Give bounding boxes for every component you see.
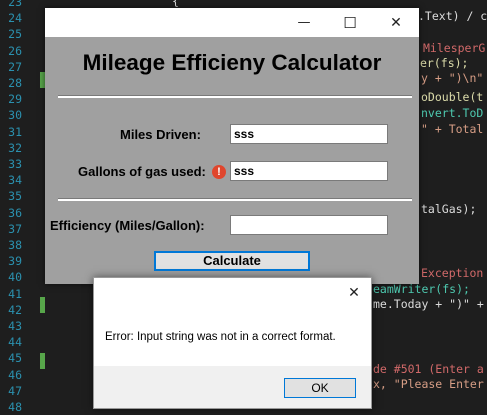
line-number: 44 (8, 335, 22, 350)
line-number: 37 (8, 221, 22, 236)
line-number: 46 (8, 367, 22, 382)
code-fragment: talGas); (421, 202, 477, 216)
ok-button[interactable]: OK (284, 378, 356, 398)
error-dialog: ✕ Error: Input string was not in a corre… (93, 277, 372, 409)
line-number: 23 (8, 0, 22, 9)
maximize-button[interactable]: ☐ (327, 8, 373, 37)
line-number: 48 (8, 400, 22, 414)
minimize-button[interactable]: — (281, 8, 327, 37)
line-number: 31 (8, 124, 22, 139)
code-fragment: MilesperG (423, 41, 486, 55)
gallons-input[interactable]: sss (230, 161, 388, 181)
efficiency-label: Efficiency (Miles/Gallon): (50, 218, 205, 233)
line-number: 24 (8, 11, 22, 26)
code-fragment: y + ")\n" (421, 71, 484, 85)
code-fragment: Exception (421, 266, 484, 280)
line-number: 39 (8, 254, 22, 269)
line-number: 26 (8, 43, 22, 58)
line-number: 45 (8, 351, 22, 366)
calculate-button[interactable]: Calculate (154, 251, 310, 271)
line-number: 38 (8, 238, 22, 252)
line-number: 28 (8, 76, 22, 90)
line-number: 32 (8, 140, 22, 155)
line-number: 34 (8, 173, 22, 188)
code-fragment: eamWriter(fs); (373, 282, 470, 296)
line-number: 25 (8, 27, 22, 42)
efficiency-output[interactable] (230, 215, 388, 235)
line-number: 30 (8, 108, 22, 123)
line-number: 41 (8, 286, 22, 301)
form-title: Mileage Efficieny Calculator (82, 50, 382, 75)
code-fragment: de #501 (Enter a (373, 362, 484, 376)
line-number: 36 (8, 205, 22, 220)
line-number: 35 (8, 189, 22, 204)
error-message: Error: Input string was not in a correct… (105, 331, 336, 343)
line-number: 33 (8, 157, 22, 171)
line-number: 42 (8, 302, 22, 317)
line-number: 40 (8, 270, 22, 285)
line-number: 47 (8, 383, 22, 398)
dialog-close-button[interactable]: ✕ (339, 280, 369, 306)
code-fragment: .Text) / c (418, 9, 487, 23)
dialog-footer: OK (94, 366, 371, 408)
title-bar: — ☐ ✕ (45, 8, 419, 37)
code-fragment: er(fs); (420, 56, 469, 70)
gallons-label: Gallons of gas used: (78, 164, 206, 179)
close-button[interactable]: ✕ (373, 8, 419, 37)
line-number: 43 (8, 319, 22, 333)
change-marker (40, 297, 45, 313)
code-fragment: me.Today + ")" + (373, 297, 484, 311)
calculator-window: — ☐ ✕ Mileage Efficieny Calculator Miles… (45, 8, 419, 284)
code-fragment: nvert.ToD (421, 106, 484, 120)
code-fragment: oDouble(t (421, 90, 484, 104)
error-icon: ! (212, 165, 226, 179)
line-number: 27 (8, 59, 22, 74)
line-number: 29 (8, 92, 22, 107)
miles-driven-input[interactable]: sss (230, 124, 388, 144)
divider (58, 95, 412, 98)
divider (58, 198, 412, 201)
miles-driven-label: Miles Driven: (120, 127, 201, 142)
code-fragment: x, "Please Enter (373, 377, 484, 391)
code-fragment: " + Total (421, 122, 484, 136)
change-marker (40, 353, 45, 369)
